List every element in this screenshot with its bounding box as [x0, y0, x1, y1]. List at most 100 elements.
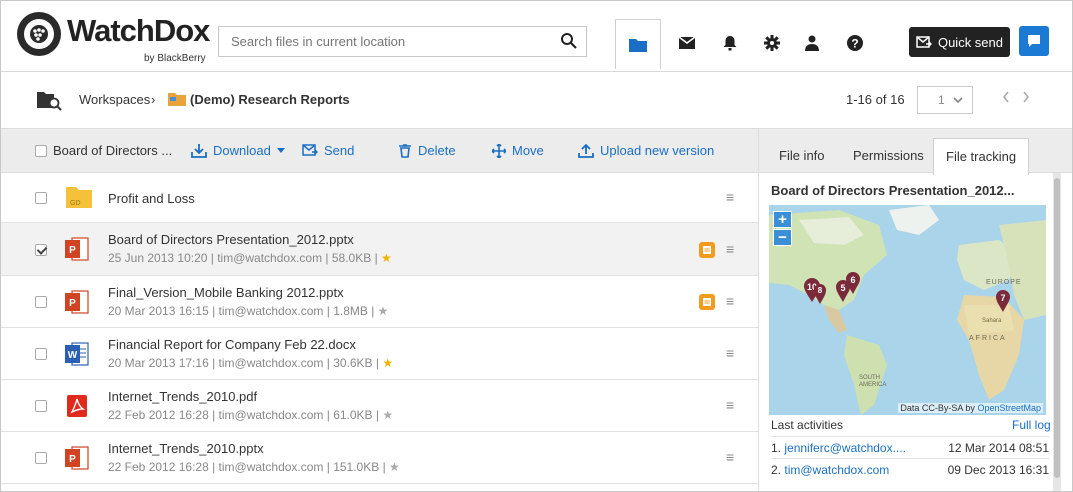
- nav-help-tab[interactable]: ?: [832, 19, 878, 67]
- row-checkbox[interactable]: [35, 348, 47, 360]
- row-menu-icon[interactable]: ≡: [726, 397, 734, 413]
- star-icon[interactable]: ★: [382, 356, 393, 370]
- map-pin-icon[interactable]: 6: [845, 271, 861, 295]
- file-name[interactable]: Board of Directors Presentation_2012.ppt…: [108, 232, 354, 247]
- powerpoint-file-icon: P: [65, 290, 89, 314]
- map-attribution: Data CC-By-SA by OpenStreetMap: [898, 403, 1043, 413]
- svg-text:P: P: [69, 298, 76, 309]
- activity-user[interactable]: 1. jenniferc@watchdox....: [771, 441, 906, 455]
- nav-messages-tab[interactable]: [664, 19, 710, 67]
- upload-new-version-button[interactable]: Upload new version: [578, 143, 714, 158]
- search-box: [218, 26, 587, 57]
- nav-files-tab[interactable]: [615, 19, 661, 69]
- row-checkbox[interactable]: [35, 296, 47, 308]
- chat-button[interactable]: [1019, 26, 1049, 56]
- select-all-checkbox[interactable]: [35, 144, 47, 157]
- search-icon[interactable]: [560, 32, 578, 50]
- star-icon[interactable]: ★: [389, 460, 400, 474]
- breadcrumb-separator: ›: [151, 92, 156, 107]
- download-label: Download: [213, 143, 271, 158]
- star-icon[interactable]: ★: [382, 408, 393, 422]
- row-menu-icon[interactable]: ≡: [726, 189, 734, 205]
- chat-icon: [1028, 35, 1040, 47]
- file-meta: 20 Mar 2013 16:15 | tim@watchdox.com | 1…: [108, 304, 389, 318]
- table-row[interactable]: P Final_Version_Mobile Banking 2012.pptx…: [1, 276, 758, 328]
- download-button[interactable]: Download: [191, 143, 285, 158]
- activity-time: 09 Dec 2013 16:31: [947, 463, 1049, 477]
- breadcrumb-workspaces-link[interactable]: Workspaces: [79, 92, 150, 107]
- workspace-search-icon[interactable]: [36, 89, 62, 111]
- tab-file-tracking[interactable]: File tracking: [933, 138, 1030, 175]
- file-details-panel: File info Permissions File tracking Boar…: [758, 128, 1072, 491]
- map-pin-icon[interactable]: 7: [995, 289, 1011, 313]
- file-name[interactable]: Final_Version_Mobile Banking 2012.pptx: [108, 285, 344, 300]
- row-menu-icon[interactable]: ≡: [726, 241, 734, 257]
- tracking-map[interactable]: + − EUROPE Sahara AFRICA SOUTH AMERICA 1…: [769, 205, 1046, 415]
- full-log-link[interactable]: Full log: [1012, 418, 1051, 432]
- quick-send-button[interactable]: Quick send: [909, 27, 1010, 57]
- table-row[interactable]: GD Profit and Loss ≡: [1, 173, 758, 223]
- selection-summary: Board of Directors ...: [35, 143, 172, 158]
- nav-notifications-tab[interactable]: [707, 19, 753, 67]
- panel-scrollbar[interactable]: [1053, 173, 1061, 491]
- activity-row: 1. jenniferc@watchdox.... 12 Mar 2014 08…: [771, 436, 1049, 458]
- table-row[interactable]: P Board of Directors Presentation_2012.p…: [1, 223, 758, 276]
- delete-button[interactable]: Delete: [398, 143, 456, 158]
- search-input[interactable]: [219, 27, 539, 56]
- row-menu-icon[interactable]: ≡: [726, 293, 734, 309]
- row-checkbox[interactable]: [35, 192, 47, 204]
- workspace-folder-icon: [168, 93, 186, 106]
- tab-file-info[interactable]: File info: [779, 148, 825, 163]
- star-icon[interactable]: ★: [381, 251, 392, 265]
- star-icon[interactable]: ★: [378, 304, 389, 318]
- row-checkbox[interactable]: [35, 400, 47, 412]
- prev-page-icon[interactable]: [1001, 90, 1011, 104]
- page-select-value: 1: [938, 93, 945, 107]
- activity-user[interactable]: 2. tim@watchdox.com: [771, 463, 889, 477]
- send-icon: [302, 144, 318, 156]
- row-menu-icon[interactable]: ≡: [726, 345, 734, 361]
- folder-badge: GD: [70, 200, 81, 207]
- table-row[interactable]: W Financial Report for Company Feb 22.do…: [1, 328, 758, 380]
- upload-icon: [578, 143, 594, 158]
- file-name[interactable]: Internet_Trends_2010.pptx: [108, 441, 264, 456]
- zoom-out-button[interactable]: −: [773, 229, 792, 246]
- watchdox-app: WatchDox by BlackBerry ? Quick send: [0, 0, 1073, 492]
- row-menu-icon[interactable]: ≡: [726, 449, 734, 465]
- table-row[interactable]: P Internet_Trends_2010.pptx 22 Feb 2012 …: [1, 432, 758, 484]
- panel-file-title: Board of Directors Presentation_2012...: [771, 183, 1015, 198]
- row-checkbox[interactable]: [35, 244, 47, 256]
- file-list: GD Profit and Loss ≡ P Board of Director…: [1, 173, 758, 491]
- file-name[interactable]: Internet_Trends_2010.pdf: [108, 389, 257, 404]
- selection-label: Board of Directors ...: [53, 143, 173, 158]
- note-icon[interactable]: [699, 242, 715, 258]
- zoom-in-button[interactable]: +: [773, 211, 792, 228]
- envelope-icon: [679, 37, 695, 49]
- pdf-file-icon: [67, 395, 87, 417]
- svg-text:P: P: [69, 245, 76, 256]
- table-row[interactable]: Internet_Trends_2010.pdf 22 Feb 2012 16:…: [1, 380, 758, 432]
- svg-text:6: 6: [850, 275, 855, 285]
- folder-icon: GD: [66, 187, 92, 208]
- map-pin-icon[interactable]: 8: [813, 283, 827, 305]
- next-page-icon[interactable]: [1021, 90, 1031, 104]
- folder-icon: [629, 38, 647, 52]
- activity-time: 12 Mar 2014 08:51: [948, 441, 1049, 455]
- note-icon[interactable]: [699, 294, 715, 310]
- row-checkbox[interactable]: [35, 452, 47, 464]
- scrollbar-thumb[interactable]: [1054, 178, 1060, 478]
- move-button[interactable]: Move: [492, 143, 544, 158]
- svg-text:P: P: [69, 454, 76, 465]
- openstreetmap-link[interactable]: OpenStreetMap: [977, 403, 1041, 413]
- tab-permissions[interactable]: Permissions: [853, 148, 924, 163]
- svg-text:?: ?: [851, 37, 858, 51]
- file-name[interactable]: Financial Report for Company Feb 22.docx: [108, 337, 356, 352]
- header: WatchDox by BlackBerry ? Quick send: [1, 1, 1072, 71]
- send-button[interactable]: Send: [302, 143, 354, 158]
- caret-down-icon: [276, 148, 285, 153]
- file-name[interactable]: Profit and Loss: [108, 191, 195, 206]
- move-label: Move: [512, 143, 544, 158]
- page-select[interactable]: 1: [917, 86, 973, 114]
- nav-profile-tab[interactable]: [789, 19, 835, 67]
- brand-name: WatchDox: [67, 13, 210, 48]
